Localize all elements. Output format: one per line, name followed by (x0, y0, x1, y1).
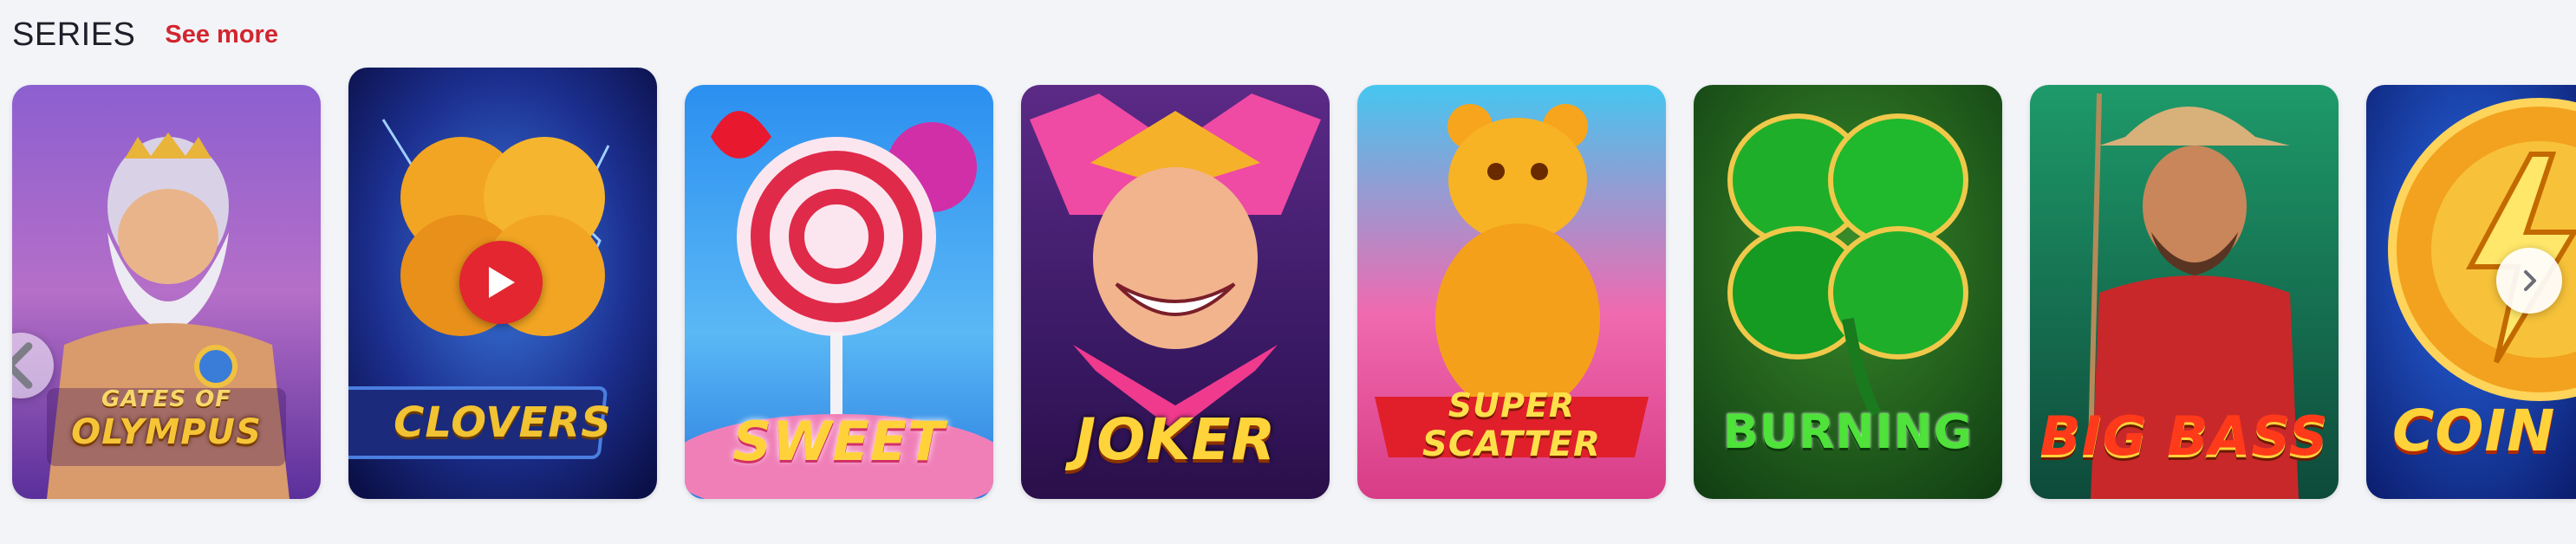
game-card-big-bass[interactable]: BIG BASS (2030, 85, 2339, 499)
game-card-burning[interactable]: BURNING (1694, 85, 2002, 499)
chevron-right-icon (2524, 270, 2536, 291)
game-logo: Gates of OLYMPUS (12, 386, 321, 452)
game-logo: SWEET (732, 410, 946, 473)
game-logo: BURNING (1722, 405, 1974, 459)
game-card-super-scatter[interactable]: SUPER SCATTER (1357, 85, 1666, 499)
game-logo: JOKER (1074, 406, 1277, 473)
game-logo-line2: SCATTER (1422, 424, 1601, 464)
game-logo-line1: SUPER (1447, 386, 1576, 424)
game-logo: BIG BASS (2039, 405, 2329, 468)
game-card-gates-of-olympus[interactable]: Gates of OLYMPUS (12, 85, 321, 499)
carousel-prev-button[interactable] (12, 333, 54, 398)
chevron-left-icon (12, 342, 33, 389)
game-card-sweet[interactable]: SWEET (685, 85, 993, 499)
game-logo: SUPER SCATTER (1357, 386, 1666, 464)
play-icon (489, 267, 515, 298)
game-logo: CLOVERS (394, 398, 612, 447)
game-logo-line2: OLYMPUS (71, 412, 262, 452)
play-button[interactable] (459, 241, 543, 324)
carousel-next-button[interactable] (2496, 248, 2562, 314)
game-logo-line1: Gates of (101, 386, 232, 412)
games-carousel: Gates of OLYMPUS CLOVERS (0, 0, 2576, 544)
game-logo: COIN (2392, 398, 2556, 464)
game-card-joker[interactable]: JOKER (1021, 85, 1330, 499)
